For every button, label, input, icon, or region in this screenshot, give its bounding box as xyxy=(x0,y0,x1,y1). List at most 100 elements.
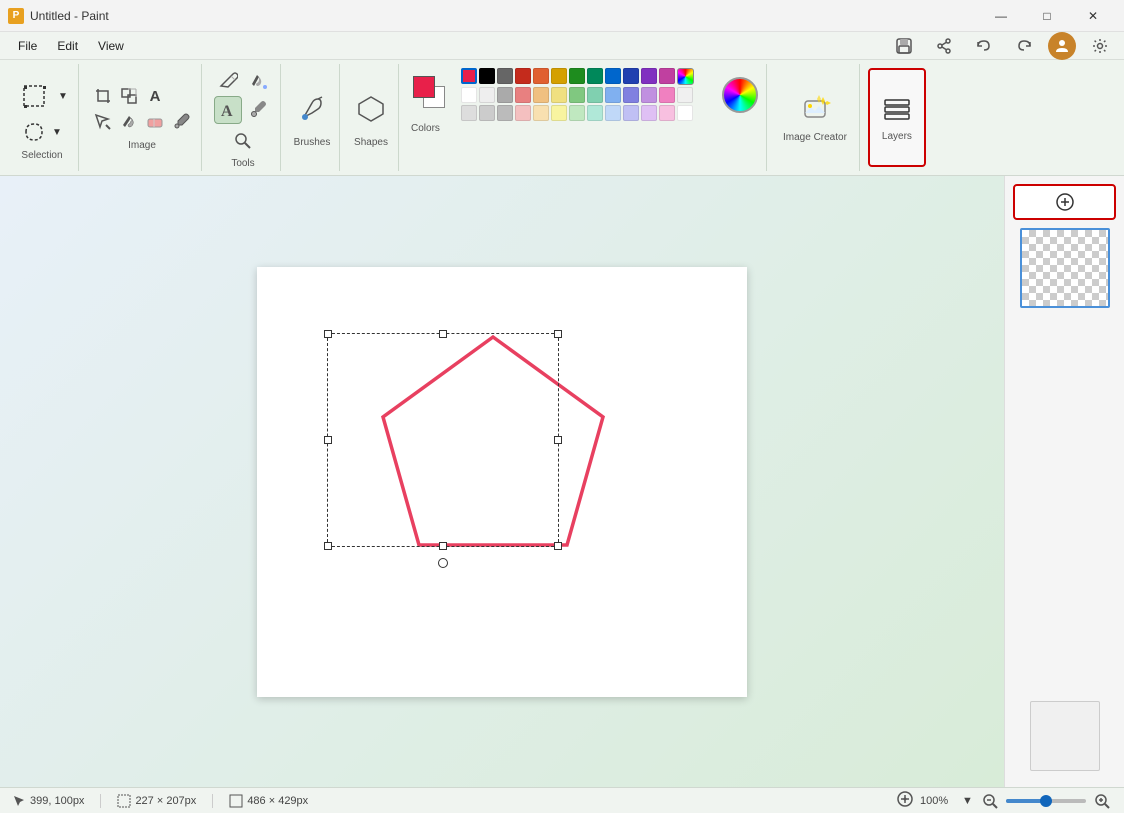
color-palegreen[interactable] xyxy=(569,105,585,121)
color-blue[interactable] xyxy=(605,68,621,84)
cursor-coords: 399, 100px xyxy=(30,795,84,807)
selection-type-dropdown[interactable]: ▼ xyxy=(50,120,64,144)
color-black[interactable] xyxy=(479,68,495,84)
layers-label: Layers xyxy=(882,131,912,142)
window-controls: — □ ✕ xyxy=(978,0,1116,32)
fill-tool-button[interactable] xyxy=(244,66,272,94)
statusbar: 399, 100px 227 × 207px 486 × 429px 100% … xyxy=(0,787,1124,813)
tools-group: A Tools xyxy=(206,64,281,171)
color-white[interactable] xyxy=(461,87,477,103)
color-hotpink[interactable] xyxy=(659,87,675,103)
color-lightyellow[interactable] xyxy=(551,87,567,103)
color-palepeach[interactable] xyxy=(533,105,549,121)
zoom-controls: 100% ▼ xyxy=(896,790,1112,811)
selection-dropdown[interactable]: ▼ xyxy=(56,74,70,118)
color-lightteal[interactable] xyxy=(587,87,603,103)
cursor-position: 399, 100px xyxy=(12,794,84,808)
color-teal[interactable] xyxy=(587,68,603,84)
color-lightpurple[interactable] xyxy=(641,87,657,103)
toolbar: ▼ ▼ Selection A xyxy=(0,60,1124,175)
zoom-fit-button[interactable] xyxy=(896,790,914,811)
minimize-button[interactable]: — xyxy=(978,0,1024,32)
color-verylightgray[interactable] xyxy=(677,87,693,103)
color-paleblue[interactable] xyxy=(605,105,621,121)
color-yellow[interactable] xyxy=(551,68,567,84)
menu-edit[interactable]: Edit xyxy=(47,37,88,55)
canvas-area[interactable] xyxy=(0,176,1004,787)
color-lightgray3[interactable] xyxy=(479,105,495,121)
brushes-main-button[interactable] xyxy=(293,87,331,131)
color-darkred[interactable] xyxy=(515,68,531,84)
maximize-button[interactable]: □ xyxy=(1024,0,1070,32)
selection-size: 227 × 207px xyxy=(117,794,196,808)
magic-select-button[interactable] xyxy=(91,110,115,134)
colors-section: Colors xyxy=(403,64,767,171)
resize-button[interactable] xyxy=(117,84,141,108)
eyedrop-tool-button[interactable] xyxy=(244,96,272,124)
color-paleyellow[interactable] xyxy=(551,105,567,121)
color-palepink[interactable] xyxy=(515,105,531,121)
image-group: A Image xyxy=(83,64,202,171)
color-white2[interactable] xyxy=(677,105,693,121)
color-palepurple[interactable] xyxy=(641,105,657,121)
color-orange[interactable] xyxy=(533,68,549,84)
image-creator-group[interactable]: Image Creator xyxy=(771,64,860,171)
menu-view[interactable]: View xyxy=(88,37,134,55)
color-lavender[interactable] xyxy=(623,87,639,103)
zoom-out-button[interactable] xyxy=(980,791,1000,811)
color-red[interactable] xyxy=(461,68,477,84)
text-button[interactable]: A xyxy=(143,84,167,108)
eraser-button[interactable] xyxy=(143,110,167,134)
color-lightgray1[interactable] xyxy=(479,87,495,103)
more-colors-button[interactable] xyxy=(677,68,694,85)
selection-tool-button[interactable] xyxy=(14,74,54,118)
tools-label: Tools xyxy=(231,158,254,169)
fill-button[interactable] xyxy=(117,110,141,134)
color-palefuchsia[interactable] xyxy=(659,105,675,121)
redo-button[interactable] xyxy=(1008,30,1040,62)
selection-type-button[interactable] xyxy=(20,120,48,144)
color-lightorange[interactable] xyxy=(533,87,549,103)
foreground-color-swatch[interactable] xyxy=(413,76,435,98)
layer-thumbnail-1[interactable] xyxy=(1020,228,1110,308)
color-green[interactable] xyxy=(569,68,585,84)
titlebar: P Untitled - Paint — □ ✕ xyxy=(0,0,1124,32)
color-gray[interactable] xyxy=(497,68,513,84)
save-button[interactable] xyxy=(888,30,920,62)
add-layer-button[interactable] xyxy=(1013,184,1116,220)
color-paleteal[interactable] xyxy=(587,105,603,121)
color-lightgray2[interactable] xyxy=(461,105,477,121)
color-medgray[interactable] xyxy=(497,87,513,103)
zoom-dropdown[interactable]: ▼ xyxy=(962,795,974,807)
color-wheel-button[interactable] xyxy=(722,77,758,113)
color-palelavender[interactable] xyxy=(623,105,639,121)
settings-button[interactable] xyxy=(1084,30,1116,62)
color-lightgreen[interactable] xyxy=(569,87,585,103)
undo-button[interactable] xyxy=(968,30,1000,62)
color-lightgray4[interactable] xyxy=(497,105,513,121)
zoom-slider[interactable] xyxy=(1006,799,1086,803)
image-label: Image xyxy=(128,140,156,151)
color-purple[interactable] xyxy=(641,68,657,84)
pencil-button[interactable] xyxy=(214,66,242,94)
color-darkblue[interactable] xyxy=(623,68,639,84)
color-pink[interactable] xyxy=(659,68,675,84)
image-creator-label: Image Creator xyxy=(783,132,847,143)
crop-button[interactable] xyxy=(91,84,115,108)
layer-thumbnail-2[interactable] xyxy=(1030,701,1100,771)
share-button[interactable] xyxy=(928,30,960,62)
color-lightred[interactable] xyxy=(515,87,531,103)
canvas[interactable] xyxy=(257,267,747,697)
zoom-in-button[interactable] xyxy=(1092,791,1112,811)
shapes-main-button[interactable] xyxy=(352,87,390,131)
text-tool-button[interactable]: A xyxy=(214,96,242,124)
eyedropper-button[interactable] xyxy=(169,110,193,134)
zoom-slider-thumb[interactable] xyxy=(1040,795,1052,807)
drawing-svg xyxy=(257,267,747,697)
user-avatar[interactable] xyxy=(1048,32,1076,60)
zoom-tool-button[interactable] xyxy=(229,128,257,152)
layers-group[interactable]: Layers xyxy=(868,68,926,167)
color-lightblue[interactable] xyxy=(605,87,621,103)
close-button[interactable]: ✕ xyxy=(1070,0,1116,32)
menu-file[interactable]: File xyxy=(8,37,47,55)
